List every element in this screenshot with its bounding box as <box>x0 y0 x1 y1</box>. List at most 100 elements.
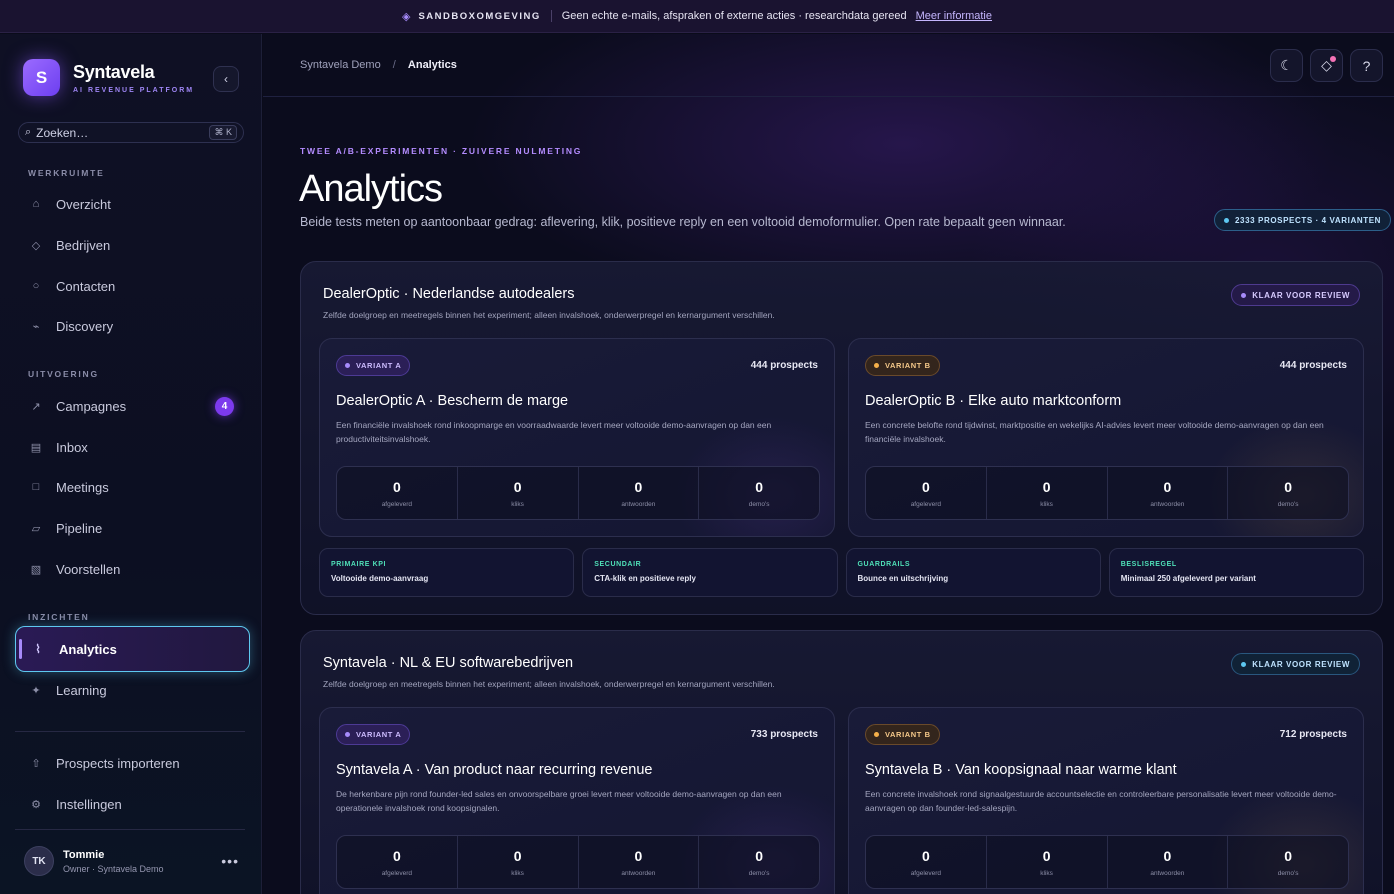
sidebar-item-meetings[interactable]: □ Meetings <box>28 477 238 497</box>
chevron-left-icon: ‹ <box>224 72 228 86</box>
metric-value: 0 <box>513 478 522 495</box>
pipeline-icon: ▱ <box>31 522 41 535</box>
kpi-primary: PRIMAIRE KPI Voltooide demo-aanvraag <box>319 548 575 597</box>
metric-demos: 0 demo's <box>1228 467 1348 519</box>
notifications-button[interactable]: ◇ <box>1310 49 1343 82</box>
metric-replies: 0 antwoorden <box>579 467 700 519</box>
user-profile[interactable]: TK Tommie Owner · Syntavela Demo ••• <box>24 846 239 876</box>
sandbox-banner: ◈ SANDBOXOMGEVING Geen echte e-mails, af… <box>0 0 1394 33</box>
metric-value: 0 <box>1042 478 1051 495</box>
banner-tag: SANDBOXOMGEVING <box>418 10 541 22</box>
sidebar-item-inbox[interactable]: ▤ Inbox <box>28 437 238 457</box>
kpi-label: BESLISREGEL <box>1120 561 1177 568</box>
sidebar-item-discovery[interactable]: ⌁ Discovery <box>28 316 238 336</box>
search-input[interactable]: ⌕ Zoeken… ⌘ K <box>18 122 244 143</box>
sidebar-item-voorstellen[interactable]: ▧ Voorstellen <box>28 559 238 579</box>
search-placeholder: Zoeken… <box>36 125 89 140</box>
prospect-count-badge: 2333 PROSPECTS · 4 VARIANTEN <box>1214 209 1392 231</box>
section-label-inzichten: INZICHTEN <box>28 612 90 622</box>
campaigns-count-badge: 4 <box>215 396 234 416</box>
variant-dot <box>874 363 879 368</box>
kpi-value: Voltooide demo-aanvraag <box>331 574 429 583</box>
experiment-title: DealerOptic · Nederlandse autodealers <box>323 286 575 302</box>
section-label-werkruimte: WERKRUIMTE <box>28 168 105 178</box>
status-badge: KLAAR VOOR REVIEW <box>1231 653 1360 675</box>
sidebar-item-contacten[interactable]: ○ Contacten <box>28 276 238 296</box>
metric-label: kliks <box>511 500 524 508</box>
variant-card[interactable]: VARIANT A 733 prospects Syntavela A · Va… <box>319 707 835 894</box>
metric-value: 0 <box>1284 847 1293 864</box>
variant-prospects: 444 prospects <box>1279 360 1347 371</box>
variant-badge-label: VARIANT B <box>885 730 931 739</box>
metric-delivered: 0 afgeleverd <box>866 836 987 888</box>
variant-card[interactable]: VARIANT B 444 prospects DealerOptic B · … <box>848 338 1364 537</box>
metric-value: 0 <box>755 478 764 495</box>
metric-value: 0 <box>921 847 930 864</box>
user-role: Owner · Syntavela Demo <box>63 863 164 874</box>
more-options-icon[interactable]: ••• <box>221 853 239 869</box>
signal-icon: ⌁ <box>32 320 40 333</box>
metric-label: demo's <box>1277 869 1299 877</box>
help-button[interactable]: ? <box>1350 49 1383 82</box>
sidebar-item-label: Prospects importeren <box>56 755 180 771</box>
brand-subtitle: AI REVENUE PLATFORM <box>73 86 195 94</box>
theme-toggle-button[interactable]: ☾ <box>1270 49 1303 82</box>
sidebar-item-campagnes[interactable]: ↗ Campagnes 4 <box>28 396 238 416</box>
kpi-label: GUARDRAILS <box>857 561 911 568</box>
variant-description: De herkenbare pijn rond founder-led sale… <box>336 789 782 813</box>
variant-description: Een financiële invalshoek rond inkoopmar… <box>336 420 772 444</box>
variant-badge: VARIANT A <box>336 355 411 376</box>
experiment-title: Syntavela · NL & EU softwarebedrijven <box>323 655 574 671</box>
metric-value: 0 <box>392 847 401 864</box>
avatar: TK <box>24 846 54 876</box>
metric-replies: 0 antwoorden <box>1108 836 1229 888</box>
kpi-decision-rule: BESLISREGEL Minimaal 250 afgeleverd per … <box>1108 548 1364 597</box>
metric-clicks: 0 kliks <box>987 467 1108 519</box>
brand-logo: S <box>23 59 60 96</box>
metric-replies: 0 antwoorden <box>579 836 700 888</box>
breadcrumb-parent[interactable]: Syntavela Demo <box>300 59 381 71</box>
brand[interactable]: S Syntavela AI REVENUE PLATFORM <box>23 59 194 96</box>
gear-icon: ⚙ <box>31 798 41 811</box>
page-eyebrow: TWEE A/B-EXPERIMENTEN · ZUIVERE NULMETIN… <box>300 146 583 156</box>
metric-label: antwoorden <box>1150 869 1185 877</box>
collapse-sidebar-button[interactable]: ‹ <box>213 66 239 92</box>
variant-prospects: 712 prospects <box>1279 729 1347 740</box>
banner-info-link[interactable]: Meer informatie <box>916 10 992 22</box>
sidebar-item-label: Inbox <box>56 439 88 455</box>
sidebar-item-prospects-importeren[interactable]: ⇧ Prospects importeren <box>28 753 238 773</box>
variant-card[interactable]: VARIANT B 712 prospects Syntavela B · Va… <box>848 707 1364 894</box>
metric-value: 0 <box>921 478 930 495</box>
brand-name: Syntavela <box>73 61 155 82</box>
metric-demos: 0 demo's <box>699 467 819 519</box>
sidebar-item-analytics[interactable]: ⌇ Analytics <box>15 626 250 672</box>
sparkle-icon: ✦ <box>31 684 41 697</box>
variant-title: DealerOptic B · Elke auto marktconform <box>865 393 1122 409</box>
sidebar-item-learning[interactable]: ✦ Learning <box>28 680 238 700</box>
moon-icon: ☾ <box>1280 57 1293 73</box>
variant-badge-label: VARIANT A <box>356 361 402 370</box>
metric-value: 0 <box>1284 478 1293 495</box>
sidebar: S Syntavela AI REVENUE PLATFORM ‹ ⌕ Zoek… <box>0 34 262 894</box>
variant-title: DealerOptic A · Bescherm de marge <box>336 393 569 409</box>
kpi-value: CTA-klik en positieve reply <box>594 574 696 583</box>
sidebar-item-instellingen[interactable]: ⚙ Instellingen <box>28 794 238 814</box>
sidebar-divider <box>15 731 245 732</box>
breadcrumb: Syntavela Demo / Analytics <box>300 59 457 71</box>
sidebar-item-label: Analytics <box>59 641 117 657</box>
variant-metrics: 0 afgeleverd 0 kliks 0 antwoorden 0 demo's <box>336 466 820 520</box>
topbar: Syntavela Demo / Analytics ☾ ◇ ? <box>263 34 1394 97</box>
metric-delivered: 0 afgeleverd <box>337 836 458 888</box>
upload-icon: ⇧ <box>31 757 41 770</box>
page-subtitle: Beide tests meten op aantoonbaar gedrag:… <box>300 215 1066 229</box>
variant-description: Een concrete invalshoek rond signaalgest… <box>865 789 1337 813</box>
sidebar-item-overzicht[interactable]: ⌂ Overzicht <box>28 194 238 214</box>
variant-badge-label: VARIANT A <box>356 730 402 739</box>
variant-card[interactable]: VARIANT A 444 prospects DealerOptic A · … <box>319 338 835 537</box>
metric-label: antwoorden <box>621 869 656 877</box>
sidebar-item-bedrijven[interactable]: ◇ Bedrijven <box>28 235 238 255</box>
metric-value: 0 <box>634 847 643 864</box>
sidebar-item-label: Voorstellen <box>56 561 121 577</box>
metric-label: demo's <box>748 869 770 877</box>
sidebar-item-pipeline[interactable]: ▱ Pipeline <box>28 518 238 538</box>
